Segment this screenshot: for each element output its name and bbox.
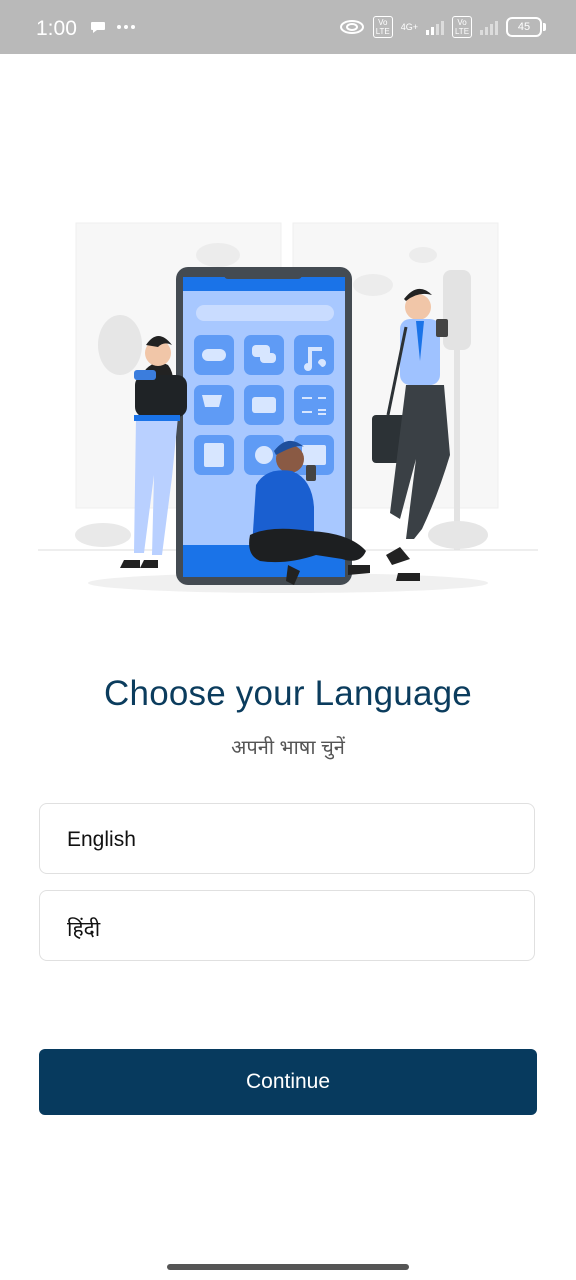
hotspot-icon [339,20,364,34]
chat-bubble-icon [91,22,105,33]
status-time: 1:00 [36,17,77,40]
home-indicator[interactable] [167,1264,409,1270]
status-right-icons: Vo LTE 4G+ Vo LTE 45 [339,16,546,38]
signal-icon-2 [480,19,498,35]
status-bar: 1:00 Vo LTE 4G+ Vo LTE 45 [0,0,576,54]
continue-button[interactable]: Continue [39,1049,537,1115]
signal-icon [426,19,444,35]
language-option-label: हिंदी [67,918,101,941]
volte-icon: Vo LTE [372,16,393,38]
volte-icon-2: Vo LTE [452,16,472,38]
language-option-label: English [67,828,136,851]
page-title: Choose your Language [104,674,472,713]
status-left-icons [90,19,136,35]
language-option-hindi[interactable]: हिंदी [39,890,535,961]
people-with-phones-illustration [38,222,538,593]
network-type: 4G+ [400,21,418,32]
language-option-english[interactable]: English [39,803,535,874]
page-subtitle: अपनी भाषा चुनें [231,737,345,759]
battery-icon: 45 [506,17,546,37]
more-dots-icon [117,25,135,29]
